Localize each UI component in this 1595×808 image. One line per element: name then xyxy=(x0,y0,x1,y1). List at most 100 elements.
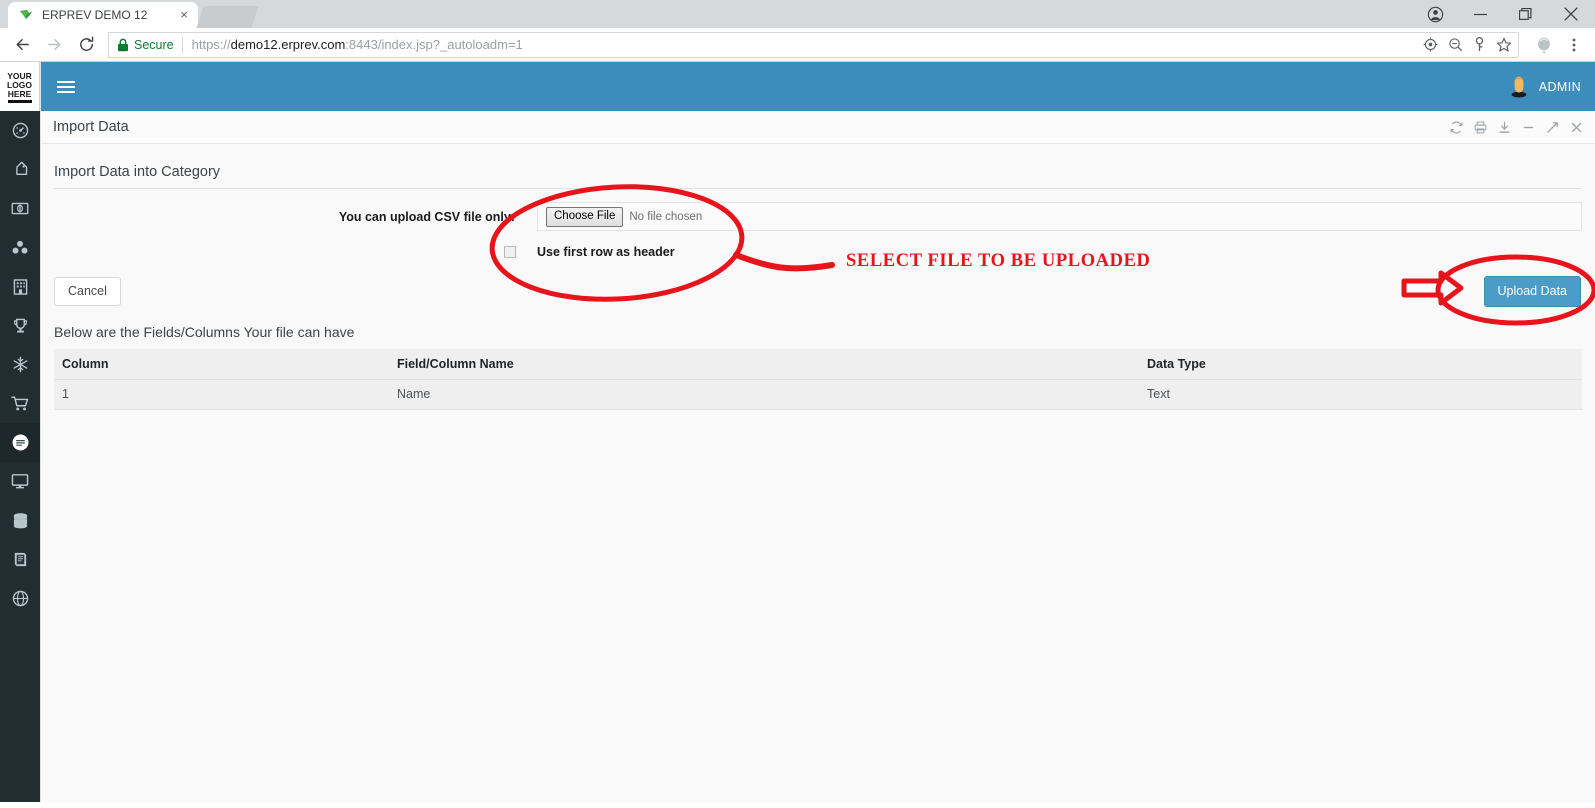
sidebar-item-database[interactable] xyxy=(0,501,40,540)
browser-chrome: ERPREV DEMO 12 × Secure https://demo12.e… xyxy=(0,0,1595,62)
sidebar-item-trophy[interactable] xyxy=(0,306,40,345)
fields-note: Below are the Fields/Columns Your file c… xyxy=(54,324,355,340)
sidebar-item-cart[interactable] xyxy=(0,384,40,423)
choose-file-button[interactable]: Choose File xyxy=(546,206,624,227)
column-header-data-type: Data Type xyxy=(1139,349,1582,380)
sidebar-item-chat[interactable] xyxy=(0,423,40,462)
extension-balloon-icon[interactable] xyxy=(1531,32,1557,58)
table-row: 1 Name Text xyxy=(54,379,1582,410)
browser-tab[interactable]: ERPREV DEMO 12 × xyxy=(8,2,198,28)
column-header-column: Column xyxy=(54,349,389,380)
panel-body: Import Data into Category You can upload… xyxy=(41,144,1595,410)
no-file-chosen-label: No file chosen xyxy=(629,210,703,223)
upload-file-row: You can upload CSV file only: Choose Fil… xyxy=(54,202,1582,231)
cubes-icon xyxy=(11,239,29,256)
tab-title: ERPREV DEMO 12 xyxy=(42,8,148,22)
page-title: Import Data xyxy=(53,119,129,135)
sidebar-item-snowflake[interactable] xyxy=(0,345,40,384)
panel-tools xyxy=(1450,121,1583,134)
gauge-icon xyxy=(12,122,29,139)
upload-label: You can upload CSV file only: xyxy=(338,209,515,224)
section-title: Import Data into Category xyxy=(54,144,1582,189)
table-header-row: Column Field/Column Name Data Type xyxy=(54,349,1582,380)
hamburger-bar xyxy=(57,80,75,83)
database-icon xyxy=(12,512,29,530)
omnibox-icons xyxy=(1423,37,1512,53)
url-text: https://demo12.erprev.com:8443/index.jsp… xyxy=(192,37,1415,52)
app-topbar: ADMIN xyxy=(41,62,1595,111)
upload-data-button[interactable]: Upload Data xyxy=(1483,276,1581,307)
close-icon[interactable] xyxy=(1570,121,1583,134)
logo[interactable]: YOUR LOGO HERE xyxy=(0,62,40,111)
checkbox-cell xyxy=(54,246,537,258)
application-window: YOUR LOGO HERE ADMIN Import Data Import … xyxy=(0,62,1595,802)
key-icon[interactable] xyxy=(1473,37,1486,52)
shopping-cart-icon xyxy=(11,395,29,412)
logo-underline xyxy=(7,100,32,103)
toolbar-right xyxy=(1525,32,1587,58)
use-first-row-label: Use first row as header xyxy=(537,245,675,259)
hamburger-bar xyxy=(57,85,75,88)
sidebar-item-globe[interactable] xyxy=(0,579,40,618)
location-target-icon[interactable] xyxy=(1423,37,1438,52)
minimize-window-button[interactable] xyxy=(1458,0,1503,28)
tabstrip-left-edge xyxy=(0,0,8,28)
sidebar-item-tags[interactable] xyxy=(0,150,40,189)
url-scheme: https:// xyxy=(191,37,231,52)
fields-table: Column Field/Column Name Data Type 1 Nam… xyxy=(54,349,1582,410)
book-icon xyxy=(12,551,29,568)
logo-line-3: HERE xyxy=(7,89,32,99)
omnibox-divider xyxy=(181,36,183,53)
kebab-menu-icon[interactable] xyxy=(1561,32,1587,58)
url-host: demo12.erprev.com xyxy=(230,37,346,52)
new-tab-placeholder[interactable] xyxy=(196,6,259,28)
main-column: ADMIN Import Data Import Data into Categ… xyxy=(40,62,1595,802)
hamburger-bar xyxy=(57,90,75,93)
expand-icon[interactable] xyxy=(1546,121,1559,134)
address-bar[interactable]: Secure https://demo12.erprev.com:8443/in… xyxy=(108,31,1519,58)
use-first-row-checkbox[interactable] xyxy=(504,246,516,258)
first-row-header-row: Use first row as header xyxy=(54,245,1582,259)
forward-button[interactable] xyxy=(40,31,68,59)
cell-column: 1 xyxy=(54,379,389,410)
sidebar-item-dashboard[interactable] xyxy=(0,111,40,150)
print-icon[interactable] xyxy=(1474,121,1487,134)
sidebar-item-money[interactable] xyxy=(0,189,40,228)
trophy-icon xyxy=(13,317,28,335)
reload-button[interactable] xyxy=(72,31,100,59)
sidebar-item-cubes[interactable] xyxy=(0,228,40,267)
secure-label: Secure xyxy=(134,37,174,52)
bookmark-star-icon[interactable] xyxy=(1496,37,1512,53)
profile-icon[interactable] xyxy=(1413,0,1458,28)
download-icon[interactable] xyxy=(1498,121,1511,134)
zoom-out-icon[interactable] xyxy=(1448,37,1463,52)
action-row: Cancel Upload Data xyxy=(54,276,1582,307)
browser-tabstrip: ERPREV DEMO 12 × xyxy=(0,0,1595,28)
cancel-button[interactable]: Cancel xyxy=(54,277,121,306)
window-controls xyxy=(1413,0,1595,28)
user-menu[interactable]: ADMIN xyxy=(1508,76,1581,98)
refresh-icon[interactable] xyxy=(1450,121,1463,134)
hamburger-icon[interactable] xyxy=(57,80,75,93)
bird-favicon xyxy=(18,7,34,23)
cell-data-type: Text xyxy=(1139,379,1582,410)
tags-icon xyxy=(12,161,29,178)
sidebar-item-book[interactable] xyxy=(0,540,40,579)
tab-close-icon[interactable]: × xyxy=(176,7,192,23)
sidebar-item-building[interactable] xyxy=(0,267,40,306)
panel-header: Import Data xyxy=(41,111,1595,144)
back-button[interactable] xyxy=(8,31,36,59)
cell-field-name: Name xyxy=(389,379,1139,410)
maximize-window-button[interactable] xyxy=(1503,0,1548,28)
minimize-icon[interactable] xyxy=(1522,121,1535,134)
sidebar-item-desktop[interactable] xyxy=(0,462,40,501)
building-icon xyxy=(13,278,28,296)
file-input-container[interactable]: Choose File No file chosen xyxy=(537,202,1582,231)
browser-toolbar: Secure https://demo12.erprev.com:8443/in… xyxy=(0,28,1595,62)
snowflake-icon xyxy=(12,356,29,373)
admin-label: ADMIN xyxy=(1538,79,1581,94)
close-window-button[interactable] xyxy=(1548,0,1593,28)
left-sidebar: YOUR LOGO HERE xyxy=(0,62,40,802)
desktop-icon xyxy=(11,473,29,490)
globe-icon xyxy=(12,590,29,607)
